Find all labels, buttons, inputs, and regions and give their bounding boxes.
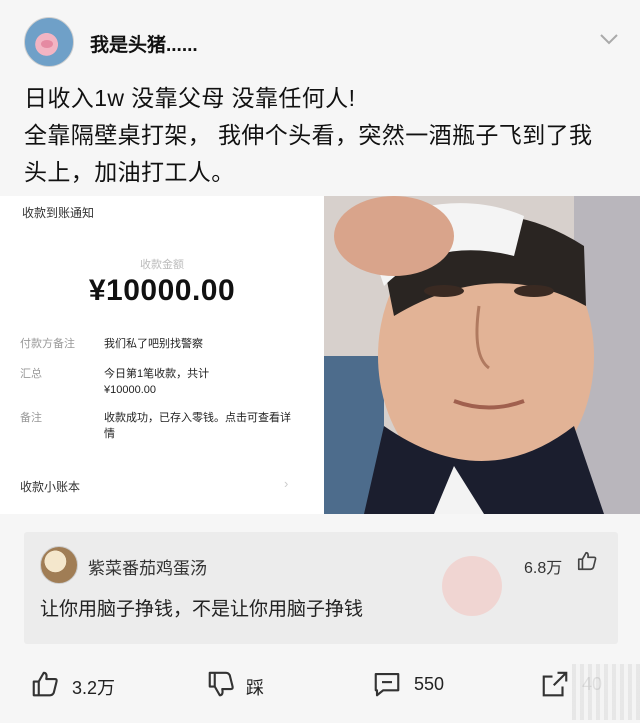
hot-comment[interactable]: 紫菜番茄鸡蛋汤 6.8万 让你用脑子挣钱，不是让你用脑子挣钱 [24,532,618,644]
thumbs-up-icon[interactable] [30,669,60,699]
receipt-row-value: 今日第1笔收款，共计 ¥10000.00 [104,368,210,396]
post-line-3: 头上，加油打工人。 [24,159,235,185]
post-line-1: 日收入1w 没靠父母 没靠任何人! [24,85,356,111]
post-text: 日收入1w 没靠父母 没靠任何人! 全靠隔壁桌打架， 我伸个头看，突然一酒瓶子飞… [24,80,624,191]
share-icon[interactable] [540,669,570,699]
selfie-photo[interactable] [324,196,640,514]
receipt-amount: ¥10000.00 [88,274,236,307]
receipt-row-value: 收款成功，已存入零钱。点击可查看详情 [104,412,291,440]
commenter-avatar[interactable] [40,546,78,584]
payment-receipt-image[interactable]: 收款到账通知 收款金额 ¥10000.00 付款方备注 我们私了吧别找警察 汇总… [0,196,324,514]
comment-icon[interactable] [372,669,402,699]
thumbs-down-icon[interactable] [206,669,236,699]
receipt-amount-label: 收款金额 [140,259,184,271]
receipt-row-key: 汇总 [20,368,42,380]
receipt-title: 收款到账通知 [22,206,95,220]
chevron-right-icon: › [284,476,289,491]
watermark-stamp [442,556,502,616]
user-avatar[interactable] [24,17,74,67]
chevron-down-icon[interactable] [598,32,620,46]
action-bar: 3.2万 踩 550 40 [0,660,640,710]
like-count[interactable]: 3.2万 [72,674,115,700]
selfie-illustration [324,196,640,514]
commenter-name[interactable]: 紫菜番茄鸡蛋汤 [88,554,207,579]
receipt-row-key: 付款方备注 [20,338,75,350]
comment-count[interactable]: 550 [414,674,444,695]
dislike-label[interactable]: 踩 [246,674,264,700]
receipt-row-key: 备注 [20,412,42,424]
username[interactable]: 我是头猪...... [90,30,198,57]
blurred-watermark [572,664,640,720]
receipt-ledger-link: 收款小账本 [20,480,81,494]
receipt-row-value: 我们私了吧别找警察 [104,338,203,350]
post-header: 我是头猪...... [0,0,640,72]
comment-text: 让你用脑子挣钱，不是让你用脑子挣钱 [40,599,364,620]
post-line-2: 全靠隔壁桌打架， 我伸个头看，突然一酒瓶子飞到了我 [24,122,593,148]
avatar-pig-nose [41,40,53,48]
thumbs-up-icon[interactable] [576,550,598,572]
comment-like-count: 6.8万 [524,560,563,577]
